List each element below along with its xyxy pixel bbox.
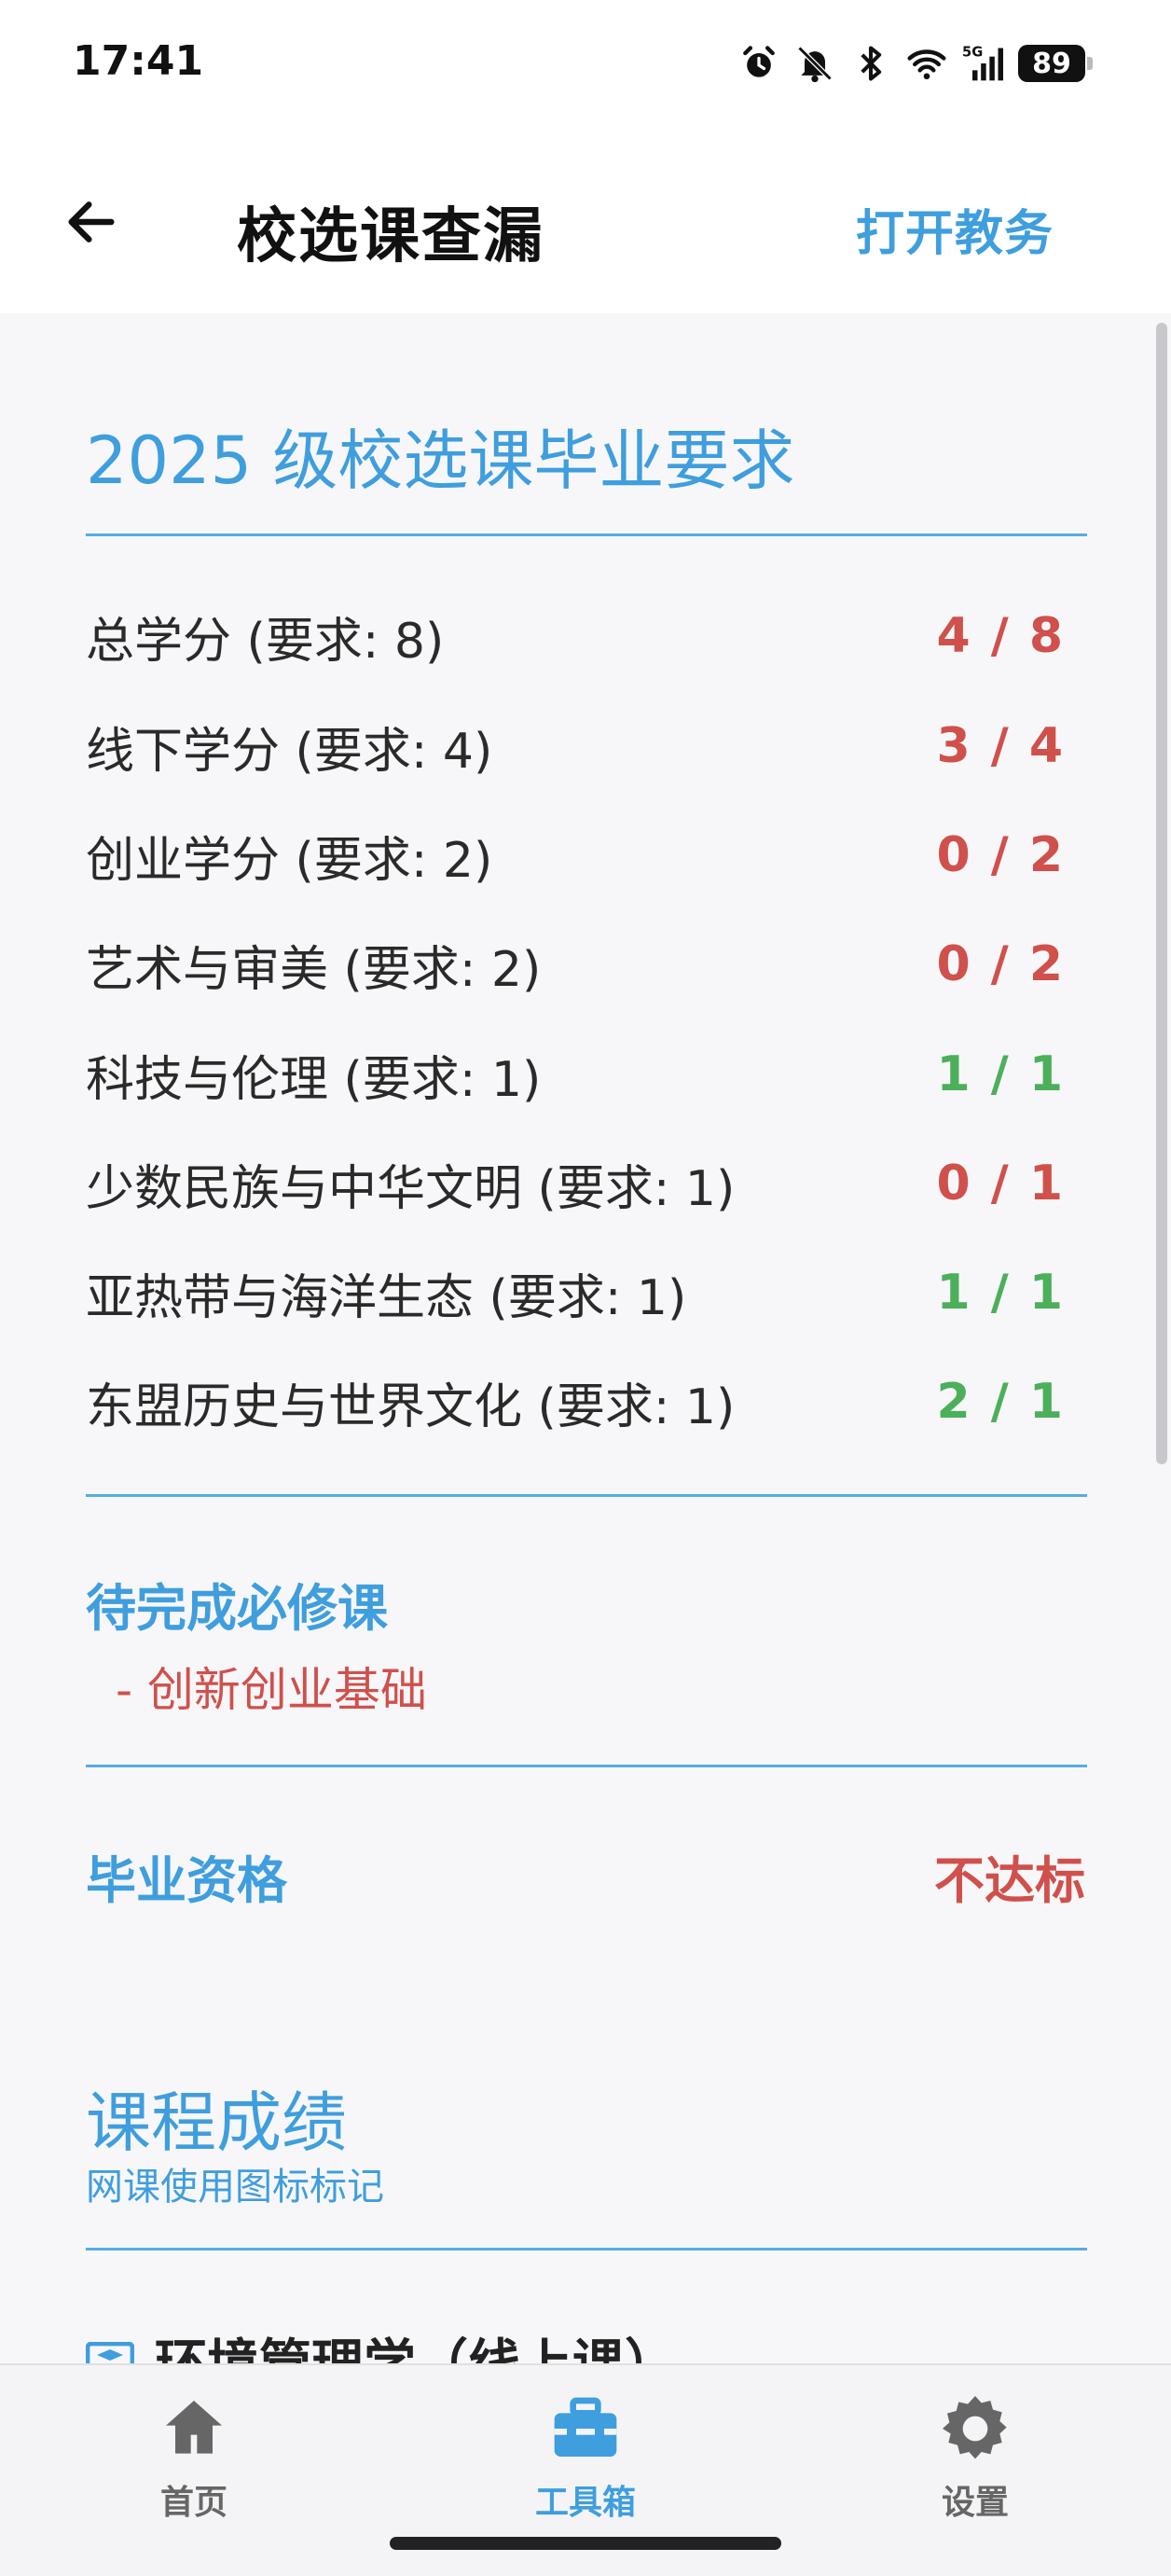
divider	[86, 1765, 1087, 1767]
requirement-label: 总学分 (要求: 8)	[86, 613, 445, 670]
graduation-label: 毕业资格	[86, 1851, 287, 1910]
requirement-value: 0 / 1	[936, 1156, 1065, 1212]
scrollbar[interactable]	[1156, 323, 1167, 1464]
requirements-title: 2025 级校选课毕业要求	[86, 422, 795, 499]
nav-settings[interactable]: 设置	[863, 2391, 1087, 2524]
status-time: 17:41	[73, 37, 204, 85]
requirement-label: 亚热带与海洋生态 (要求: 1)	[86, 1269, 687, 1326]
page-title: 校选课查漏	[237, 202, 544, 271]
open-academic-system-button[interactable]: 打开教务	[856, 194, 1054, 264]
grades-title: 课程成绩	[86, 2084, 347, 2161]
requirement-row: 艺术与审美 (要求: 2) 0 / 2	[86, 927, 1065, 1002]
wifi-icon	[907, 49, 946, 80]
requirement-label: 东盟历史与世界文化 (要求: 1)	[86, 1378, 736, 1435]
status-icons: 5G 89	[738, 35, 1093, 91]
requirement-label: 科技与伦理 (要求: 1)	[86, 1051, 542, 1108]
svg-text:5G: 5G	[962, 45, 983, 61]
battery-icon: 89	[1018, 45, 1093, 82]
back-button[interactable]	[48, 179, 134, 265]
requirement-label: 线下学分 (要求: 4)	[86, 723, 493, 780]
pending-course-item: - 创新创业基础	[116, 1663, 427, 1717]
requirement-label: 艺术与审美 (要求: 2)	[86, 941, 542, 998]
requirement-row: 总学分 (要求: 8) 4 / 8	[86, 599, 1065, 673]
requirement-value: 1 / 1	[936, 1046, 1065, 1102]
requirement-label: 少数民族与中华文明 (要求: 1)	[86, 1160, 736, 1217]
home-icon	[166, 2401, 222, 2454]
home-indicator[interactable]	[390, 2537, 781, 2550]
arrow-left-icon	[68, 201, 115, 242]
requirement-value: 1 / 1	[936, 1265, 1065, 1321]
nav-settings-label: 设置	[941, 2484, 1009, 2522]
requirement-row: 东盟历史与世界文化 (要求: 1) 2 / 1	[86, 1364, 1065, 1439]
graduation-status: 不达标	[934, 1851, 1085, 1910]
requirement-row: 科技与伦理 (要求: 1) 1 / 1	[86, 1037, 1065, 1112]
requirement-value: 4 / 8	[936, 608, 1065, 664]
toolbox-icon	[554, 2397, 617, 2457]
requirement-value: 0 / 2	[936, 936, 1065, 992]
requirement-row: 创业学分 (要求: 2) 0 / 2	[86, 818, 1065, 893]
app-bar: 校选课查漏 打开教务	[0, 131, 1171, 313]
5g-signal-icon: 5G	[962, 45, 1003, 81]
requirement-row: 亚热带与海洋生态 (要求: 1) 1 / 1	[86, 1255, 1065, 1330]
divider	[86, 1494, 1087, 1497]
requirement-value: 0 / 2	[936, 827, 1065, 883]
alarm-icon	[743, 46, 775, 77]
battery-level: 89	[1032, 47, 1071, 80]
requirement-value: 2 / 1	[936, 1374, 1065, 1430]
bell-off-icon	[797, 46, 833, 83]
nav-toolbox-label: 工具箱	[534, 2484, 636, 2522]
nav-home-label: 首页	[159, 2484, 227, 2522]
requirement-value: 3 / 4	[936, 718, 1065, 774]
bluetooth-icon	[861, 46, 882, 81]
pending-required-title: 待完成必修课	[86, 1579, 388, 1638]
requirement-row: 线下学分 (要求: 4) 3 / 4	[86, 709, 1065, 783]
requirement-row: 少数民族与中华文明 (要求: 1) 0 / 1	[86, 1146, 1065, 1221]
gear-icon	[943, 2396, 1007, 2459]
status-bar: 17:41 5G 89	[0, 0, 1171, 131]
nav-toolbox[interactable]: 工具箱	[474, 2391, 697, 2524]
divider	[86, 533, 1087, 536]
requirement-label: 创业学分 (要求: 2)	[86, 832, 493, 889]
nav-home[interactable]: 首页	[82, 2391, 306, 2524]
divider	[86, 2248, 1087, 2251]
grades-subtitle: 网课使用图标标记	[86, 2166, 384, 2209]
